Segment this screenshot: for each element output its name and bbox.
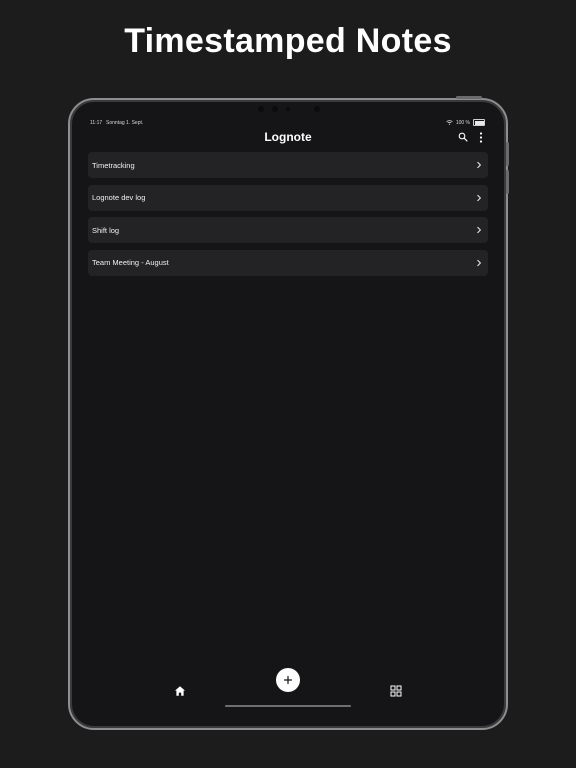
page-title: Lognote (264, 130, 312, 144)
home-indicator[interactable] (225, 705, 351, 707)
note-list: Timetracking Lognote dev log Shift log T… (88, 152, 488, 282)
volume-down-button (506, 170, 509, 194)
note-label: Team Meeting - August (92, 258, 169, 268)
chevron-right-icon (477, 194, 481, 201)
promo-headline: Timestamped Notes (124, 22, 452, 60)
camera-lens (286, 107, 290, 111)
plus-icon (283, 675, 293, 685)
search-icon[interactable] (456, 130, 470, 144)
more-vertical-icon[interactable] (474, 130, 488, 144)
grid-icon[interactable] (390, 685, 402, 697)
note-item-timetracking[interactable]: Timetracking (88, 152, 488, 178)
note-item-lognote-dev-log[interactable]: Lognote dev log (88, 184, 488, 211)
sensor-dot (272, 106, 278, 112)
note-label: Timetracking (92, 160, 135, 170)
note-label: Shift log (92, 225, 120, 235)
battery-percent: 100 % (455, 119, 470, 126)
battery-icon (473, 119, 485, 126)
sensor-dot (258, 106, 264, 112)
status-indicators: 100 % (446, 119, 485, 126)
status-time: 11:17 (90, 120, 103, 126)
chevron-right-icon (477, 259, 481, 266)
app-screen: 11:17 Sonntag 1. Sept. 100 % Lognote Tim… (85, 117, 491, 711)
status-bar: 11:17 Sonntag 1. Sept. 100 % (85, 117, 491, 131)
battery-level (474, 120, 484, 125)
volume-up-button (506, 142, 509, 166)
note-item-shift-log[interactable]: Shift log (88, 217, 488, 244)
top-button (456, 96, 482, 99)
chevron-right-icon (477, 161, 481, 169)
add-note-button[interactable] (276, 668, 300, 692)
chevron-right-icon (477, 227, 481, 234)
note-label: Lognote dev log (92, 193, 146, 203)
sensor-dot (314, 106, 320, 112)
home-icon[interactable] (174, 685, 186, 697)
wifi-icon (446, 120, 453, 125)
status-date: Sonntag 1. Sept. (106, 120, 144, 126)
note-item-team-meeting-august[interactable]: Team Meeting - August (88, 249, 488, 276)
